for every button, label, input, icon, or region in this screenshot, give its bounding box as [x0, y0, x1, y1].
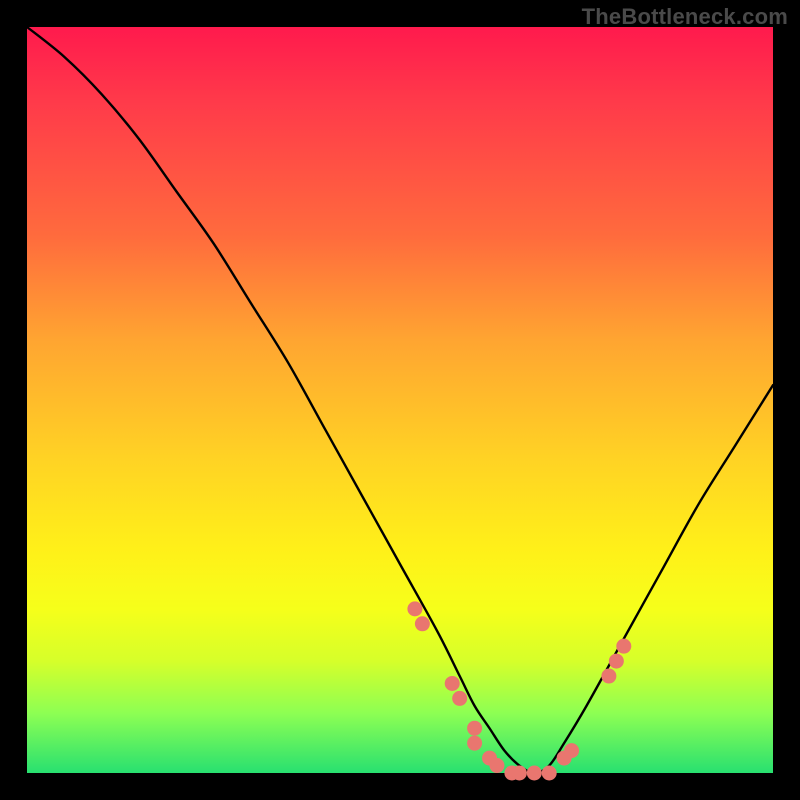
curve-marker — [609, 654, 624, 669]
curve-marker — [467, 736, 482, 751]
curve-markers — [407, 601, 631, 780]
curve-marker — [407, 601, 422, 616]
curve-marker — [489, 758, 504, 773]
curve-marker — [527, 766, 542, 781]
curve-marker — [601, 669, 616, 684]
curve-svg — [27, 27, 773, 773]
bottleneck-curve — [27, 27, 773, 773]
curve-marker — [616, 639, 631, 654]
curve-marker — [445, 676, 460, 691]
curve-marker — [452, 691, 467, 706]
plot-area — [27, 27, 773, 773]
curve-marker — [467, 721, 482, 736]
curve-marker — [564, 743, 579, 758]
curve-marker — [415, 616, 430, 631]
curve-marker — [542, 766, 557, 781]
chart-frame: TheBottleneck.com — [0, 0, 800, 800]
curve-marker — [512, 766, 527, 781]
